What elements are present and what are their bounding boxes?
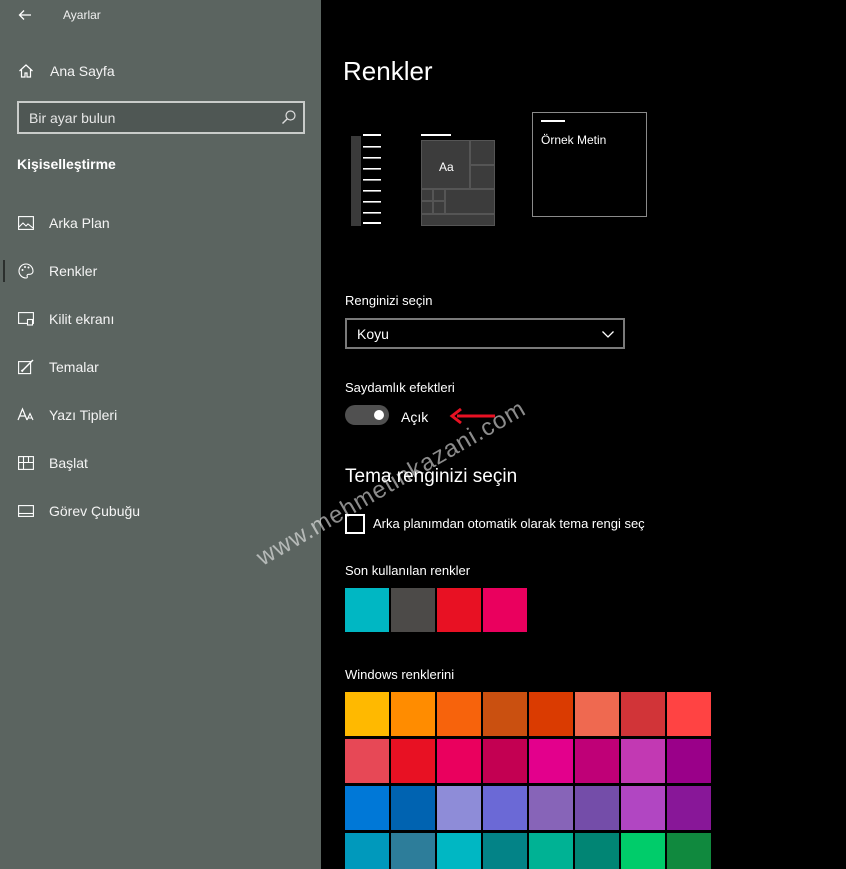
section-heading: Kişiselleştirme xyxy=(17,156,116,172)
windows-color-swatch[interactable] xyxy=(437,692,481,736)
tiles-preview xyxy=(421,134,495,226)
theme-brush-icon xyxy=(17,358,35,376)
windows-color-swatch[interactable] xyxy=(667,833,711,869)
sidebar-item-start[interactable]: Başlat xyxy=(0,444,321,482)
sidebar-item-themes[interactable]: Temalar xyxy=(0,348,321,386)
back-arrow-icon xyxy=(18,10,31,20)
sample-window-preview xyxy=(532,112,647,217)
recent-color-swatch[interactable] xyxy=(345,588,389,632)
start-tiles-icon xyxy=(17,454,35,472)
chevron-down-icon xyxy=(602,331,614,338)
sidebar: Ayarlar Ana Sayfa Kişiselleştirme Arka P… xyxy=(0,0,321,869)
transparency-label: Saydamlık efektleri xyxy=(345,380,455,395)
toggle-knob xyxy=(374,410,384,420)
sidebar-item-label: Renkler xyxy=(49,263,98,279)
transparency-toggle[interactable] xyxy=(345,405,389,425)
sidebar-item-label: Başlat xyxy=(49,455,88,471)
windows-color-swatch[interactable] xyxy=(621,739,665,783)
sample-text: Örnek Metin xyxy=(541,133,607,147)
windows-color-swatch[interactable] xyxy=(667,692,711,736)
windows-color-swatch[interactable] xyxy=(621,692,665,736)
search-icon[interactable] xyxy=(281,109,297,125)
windows-colors-label: Windows renklerini xyxy=(345,667,455,682)
search-box[interactable] xyxy=(17,101,305,134)
windows-color-swatch[interactable] xyxy=(437,833,481,869)
preview-tile-text: Aa xyxy=(439,160,454,174)
windows-color-swatch[interactable] xyxy=(621,786,665,830)
recent-color-swatch[interactable] xyxy=(437,588,481,632)
windows-color-swatch[interactable] xyxy=(345,692,389,736)
windows-color-swatch[interactable] xyxy=(483,786,527,830)
color-mode-label: Renginizi seçin xyxy=(345,293,433,308)
main-panel: Renkler Aa Örnek Metin Renginizi seçin K… xyxy=(321,0,846,869)
sidebar-item-background[interactable]: Arka Plan xyxy=(0,204,321,242)
windows-color-swatch[interactable] xyxy=(529,692,573,736)
sidebar-item-taskbar[interactable]: Görev Çubuğu xyxy=(0,492,321,530)
windows-color-swatch[interactable] xyxy=(667,739,711,783)
transparency-state: Açık xyxy=(401,409,429,425)
auto-accent-label: Arka planımdan otomatik olarak tema reng… xyxy=(373,516,645,531)
windows-color-swatch[interactable] xyxy=(667,786,711,830)
app-title: Ayarlar xyxy=(63,8,101,22)
recent-color-swatch[interactable] xyxy=(391,588,435,632)
recent-color-swatch[interactable] xyxy=(483,588,527,632)
windows-color-swatch[interactable] xyxy=(483,833,527,869)
windows-color-swatch[interactable] xyxy=(437,786,481,830)
windows-color-swatch[interactable] xyxy=(575,739,619,783)
windows-color-swatch[interactable] xyxy=(621,833,665,869)
sidebar-item-label: Yazı Tipleri xyxy=(49,407,118,423)
back-button[interactable] xyxy=(14,4,36,26)
windows-color-swatch[interactable] xyxy=(345,739,389,783)
sidebar-item-lock-screen[interactable]: Kilit ekranı xyxy=(0,300,321,338)
sidebar-item-label: Kilit ekranı xyxy=(49,311,115,327)
home-icon xyxy=(17,62,35,80)
windows-color-swatch[interactable] xyxy=(391,739,435,783)
color-mode-value: Koyu xyxy=(357,326,389,342)
windows-color-swatch[interactable] xyxy=(575,833,619,869)
title-bar: Ayarlar xyxy=(0,0,321,30)
recent-colors-label: Son kullanılan renkler xyxy=(345,563,471,578)
windows-color-swatch[interactable] xyxy=(437,739,481,783)
search-input[interactable] xyxy=(29,103,269,132)
taskbar-icon xyxy=(17,502,35,520)
windows-color-swatch[interactable] xyxy=(391,692,435,736)
sidebar-item-label: Arka Plan xyxy=(49,215,110,231)
windows-color-swatch[interactable] xyxy=(529,833,573,869)
windows-color-swatch[interactable] xyxy=(391,786,435,830)
theme-preview xyxy=(351,134,495,226)
windows-color-swatch[interactable] xyxy=(529,739,573,783)
windows-color-swatch[interactable] xyxy=(391,833,435,869)
sidebar-item-fonts[interactable]: Yazı Tipleri xyxy=(0,396,321,434)
windows-color-swatch[interactable] xyxy=(575,786,619,830)
start-list-preview xyxy=(351,134,381,226)
windows-color-swatch[interactable] xyxy=(575,692,619,736)
windows-color-swatch[interactable] xyxy=(483,739,527,783)
page-title: Renkler xyxy=(343,56,433,86)
windows-color-swatch[interactable] xyxy=(345,833,389,869)
lock-screen-icon xyxy=(17,310,35,328)
home-link[interactable]: Ana Sayfa xyxy=(0,52,321,90)
sidebar-item-label: Temalar xyxy=(49,359,99,375)
windows-color-swatch[interactable] xyxy=(529,786,573,830)
sidebar-item-label: Görev Çubuğu xyxy=(49,503,141,519)
font-icon xyxy=(17,406,35,424)
picture-icon xyxy=(17,214,35,232)
sidebar-item-colors[interactable]: Renkler xyxy=(0,252,321,290)
palette-icon xyxy=(17,262,35,280)
windows-color-swatch[interactable] xyxy=(483,692,527,736)
home-label: Ana Sayfa xyxy=(50,63,115,79)
color-mode-select[interactable]: Koyu xyxy=(345,318,625,349)
windows-color-swatch[interactable] xyxy=(345,786,389,830)
